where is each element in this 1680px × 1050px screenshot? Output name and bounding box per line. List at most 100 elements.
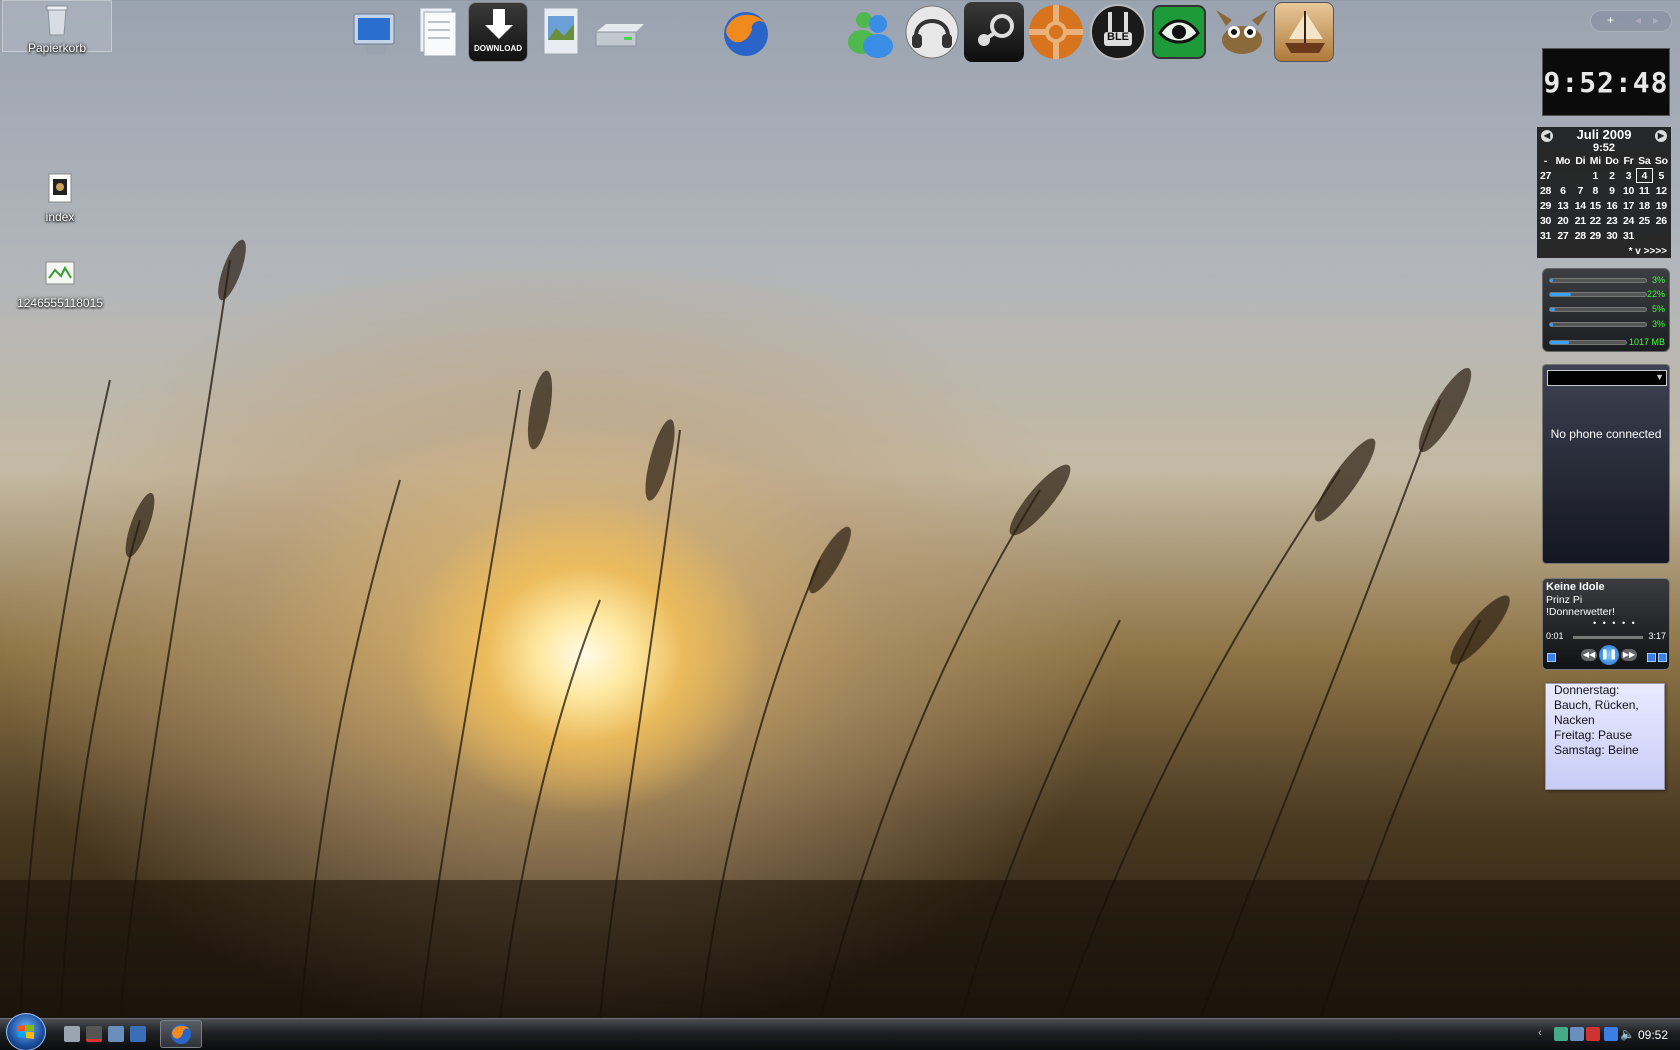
dock-gimp[interactable] [1212, 2, 1272, 62]
calendar-day[interactable]: 2 [1603, 168, 1621, 183]
calendar-next-icon[interactable]: ▶ [1655, 130, 1667, 142]
start-button[interactable] [6, 1013, 46, 1050]
dock-eye[interactable] [1152, 5, 1206, 59]
phone-gadget: ▼ No phone connected [1542, 364, 1670, 564]
tray-monitor-icon[interactable] [1604, 1027, 1618, 1041]
phone-select[interactable]: ▼ [1547, 370, 1667, 386]
calendar-month: Juli 2009 [1576, 127, 1632, 142]
quicklaunch-text-icon[interactable] [86, 1026, 102, 1042]
quicklaunch-show-desktop-icon[interactable] [130, 1026, 146, 1042]
calendar-day[interactable] [1636, 228, 1653, 243]
ship-game-icon [1285, 11, 1325, 53]
dock-steam[interactable] [964, 2, 1024, 62]
week-number: 27 [1539, 169, 1552, 182]
computer-icon [353, 13, 395, 54]
desktop-icon-label: index [45, 210, 75, 224]
pause-icon[interactable]: ❚❚ [1599, 645, 1619, 665]
playlist-icon[interactable] [1547, 653, 1556, 662]
desktop-icon-image[interactable]: 1246555118015 [5, 258, 115, 310]
dock-firefox[interactable] [716, 2, 776, 62]
dock-headphones[interactable] [902, 2, 962, 62]
calendar-week-row: 31 27 28 29 30 31 [1538, 228, 1670, 243]
firefox-icon [171, 1024, 191, 1044]
sticky-note-gadget[interactable]: Donnerstag: Bauch, Rücken, Nacken Freita… [1545, 683, 1665, 790]
calendar-day[interactable]: 19 [1653, 198, 1670, 213]
sidebar-next-button[interactable]: ▸ [1653, 13, 1659, 27]
calendar-day[interactable]: 27 [1553, 228, 1573, 243]
dock-ble[interactable]: BLE [1088, 2, 1148, 62]
calendar-day[interactable]: 16 [1603, 198, 1621, 213]
meter-value: 1017 MB [1628, 337, 1665, 347]
chevron-down-icon: ▼ [1655, 372, 1664, 382]
clock-gadget[interactable]: 9:52:48 [1542, 48, 1670, 116]
tray-expand-icon[interactable]: ‹ [1538, 1027, 1552, 1041]
dock-documents[interactable] [408, 2, 468, 62]
desktop-icon-index[interactable]: index [5, 172, 115, 224]
calendar-day[interactable]: 30 [1603, 228, 1621, 243]
tray-volume-icon[interactable]: 🔈 [1620, 1027, 1635, 1041]
fast-forward-icon[interactable]: ▶▶ [1621, 649, 1637, 661]
calendar-day[interactable]: 21 [1573, 213, 1588, 228]
seek-bar[interactable] [1573, 636, 1643, 639]
calendar-day[interactable]: 17 [1621, 198, 1636, 213]
dock-ship-game[interactable] [1274, 2, 1334, 62]
download-icon [485, 9, 513, 39]
sidebar-prev-button[interactable]: ◂ [1635, 13, 1641, 27]
calendar-day[interactable]: 6 [1553, 183, 1573, 198]
taskbar [0, 1018, 1680, 1050]
calendar-footer[interactable]: * v >>>> [1629, 246, 1667, 257]
calendar-day-today[interactable]: 4 [1636, 168, 1653, 183]
calendar-day[interactable] [1653, 228, 1670, 243]
calendar-day[interactable]: 26 [1653, 213, 1670, 228]
weekday-header: Mi [1589, 154, 1601, 167]
dock-download[interactable]: DOWNLOAD [468, 2, 528, 62]
quicklaunch-search-icon[interactable] [108, 1026, 124, 1042]
add-gadget-button[interactable]: + [1607, 13, 1614, 27]
desktop-icon-recycle-bin[interactable]: Papierkorb [2, 0, 112, 55]
meter-fill [1550, 341, 1569, 344]
taskbar-firefox-button[interactable] [160, 1020, 202, 1048]
calendar-day[interactable]: 13 [1553, 198, 1573, 213]
calendar-day[interactable] [1573, 168, 1588, 183]
calendar-day[interactable] [1553, 168, 1573, 183]
calendar-day[interactable]: 18 [1636, 198, 1653, 213]
firefox-icon [724, 12, 768, 56]
calendar-day[interactable]: 3 [1621, 168, 1636, 183]
dock-drive[interactable] [590, 2, 650, 62]
calendar-day[interactable]: 31 [1621, 228, 1636, 243]
calendar-day[interactable]: 11 [1636, 183, 1653, 198]
rewind-icon[interactable]: ◀◀ [1581, 649, 1597, 661]
taskbar-clock[interactable]: 09:52 [1638, 1028, 1668, 1042]
dock-tf2[interactable] [1026, 2, 1086, 62]
calendar-day[interactable]: 9 [1603, 183, 1621, 198]
calendar-day[interactable]: 15 [1588, 198, 1603, 213]
calendar-day[interactable]: 12 [1653, 183, 1670, 198]
calendar-day[interactable]: 20 [1553, 213, 1573, 228]
week-number: 30 [1539, 214, 1552, 227]
quicklaunch-explorer-icon[interactable] [64, 1026, 80, 1042]
calendar-day[interactable]: 1 [1588, 168, 1603, 183]
weekday-header: Fr [1623, 154, 1634, 167]
tray-user-icon[interactable] [1570, 1027, 1584, 1041]
tray-security-icon[interactable] [1586, 1027, 1600, 1041]
calendar-day[interactable]: 8 [1588, 183, 1603, 198]
calendar-day[interactable]: 7 [1573, 183, 1588, 198]
dock-pictures[interactable] [530, 2, 590, 62]
week-number: 29 [1539, 199, 1552, 212]
calendar-day[interactable]: 22 [1588, 213, 1603, 228]
calendar-day[interactable]: 24 [1621, 213, 1636, 228]
settings-icon[interactable] [1647, 653, 1656, 662]
calendar-day[interactable]: 23 [1603, 213, 1621, 228]
calendar-day[interactable]: 14 [1573, 198, 1588, 213]
calendar-day[interactable]: 5 [1653, 168, 1670, 183]
track-rating[interactable]: • • • • • [1593, 618, 1637, 628]
dock-computer[interactable] [346, 2, 406, 62]
calendar-day[interactable]: 10 [1621, 183, 1636, 198]
calendar-day[interactable]: 28 [1573, 228, 1588, 243]
track-total-time: 3:17 [1648, 631, 1666, 641]
tray-network-icon[interactable] [1554, 1027, 1568, 1041]
calendar-day[interactable]: 29 [1588, 228, 1603, 243]
dock-messenger[interactable] [840, 2, 900, 62]
volume-icon[interactable] [1658, 653, 1667, 662]
calendar-day[interactable]: 25 [1636, 213, 1653, 228]
